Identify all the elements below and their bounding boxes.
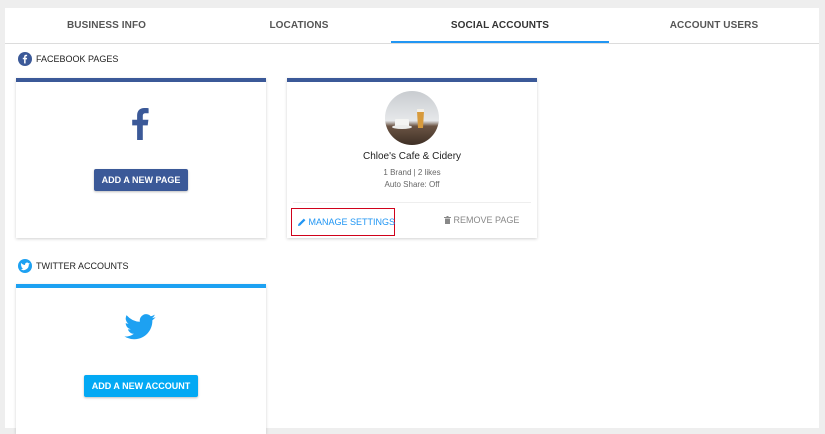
pencil-icon (298, 218, 306, 226)
manage-settings-highlight[interactable]: MANAGE SETTINGS (291, 208, 395, 236)
card-divider (293, 202, 531, 203)
facebook-icon (18, 52, 32, 66)
add-new-account-button[interactable]: ADD A NEW ACCOUNT (84, 375, 198, 397)
tab-locations[interactable]: LOCATIONS (195, 8, 403, 43)
page-stats: 1 Brand | 2 likes (383, 168, 441, 177)
twitter-icon (18, 259, 32, 273)
tab-social-accounts[interactable]: SOCIAL ACCOUNTS (391, 8, 609, 43)
card-top-border (287, 78, 537, 82)
remove-page-link[interactable]: REMOVE PAGE (444, 215, 519, 225)
manage-settings-link[interactable]: MANAGE SETTINGS (298, 217, 395, 227)
facebook-page-card: Chloe's Cafe & Cidery 1 Brand | 2 likes … (287, 78, 537, 238)
social-accounts-panel: BUSINESS INFO LOCATIONS SOCIAL ACCOUNTS … (5, 8, 819, 434)
twitter-section-label: TWITTER ACCOUNTS (36, 261, 129, 271)
tab-business-info[interactable]: BUSINESS INFO (5, 8, 208, 43)
card-top-border (16, 284, 266, 288)
add-new-page-button[interactable]: ADD A NEW PAGE (94, 169, 188, 191)
card-top-border (16, 78, 266, 82)
twitter-section-header: TWITTER ACCOUNTS (18, 259, 218, 273)
page-avatar (385, 91, 439, 145)
facebook-f-icon (130, 108, 150, 145)
tab-bar: BUSINESS INFO LOCATIONS SOCIAL ACCOUNTS … (5, 8, 819, 44)
facebook-section-header: FACEBOOK PAGES (18, 52, 218, 66)
add-facebook-page-card: ADD A NEW PAGE (16, 78, 266, 238)
facebook-section-label: FACEBOOK PAGES (36, 54, 119, 64)
twitter-bird-icon (124, 314, 156, 345)
manage-settings-label: MANAGE SETTINGS (308, 217, 396, 227)
tab-account-users[interactable]: ACCOUNT USERS (609, 8, 819, 43)
add-twitter-account-card: ADD A NEW ACCOUNT (16, 284, 266, 434)
remove-page-label: REMOVE PAGE (453, 215, 520, 225)
trash-icon (444, 216, 451, 224)
active-tab-indicator (391, 41, 609, 43)
auto-share-status: Auto Share: Off (384, 180, 440, 189)
page-name: Chloe's Cafe & Cidery (362, 151, 462, 162)
